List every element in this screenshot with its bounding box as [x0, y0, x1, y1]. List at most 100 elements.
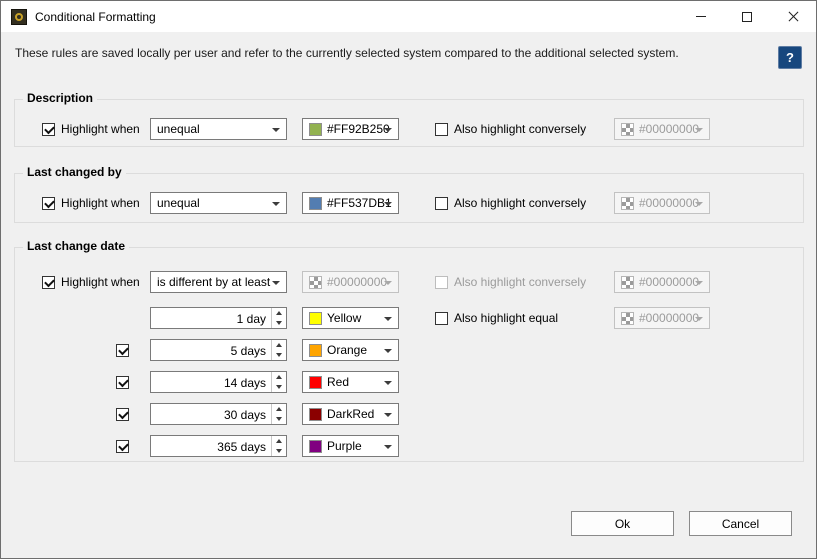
spin-up-button[interactable] [272, 404, 286, 414]
spin-down-button[interactable] [272, 414, 286, 424]
spin-down-button[interactable] [272, 350, 286, 360]
description-operator-dropdown[interactable]: unequal [150, 118, 287, 140]
transparent-color-swatch [621, 197, 634, 210]
color-swatch [309, 440, 322, 453]
spin-up-icon [276, 343, 282, 347]
checkbox-label: Also highlight equal [454, 311, 558, 325]
chevron-down-icon [384, 349, 392, 353]
checkbox-box [116, 376, 129, 389]
maximize-button[interactable] [724, 1, 770, 32]
chevron-down-icon [384, 381, 392, 385]
dropdown-value: unequal [157, 196, 200, 210]
checkbox-box [116, 440, 129, 453]
checkbox-label: Also highlight conversely [454, 275, 586, 289]
chevron-down-icon [695, 317, 703, 321]
change-date-operator-dropdown[interactable]: is different by at least [150, 271, 287, 293]
group-last-changed-by: Last changed by Highlight when unequal #… [14, 173, 804, 223]
dropdown-value: Purple [327, 439, 362, 453]
spin-up-icon [276, 407, 282, 411]
threshold-4-color-dropdown[interactable]: DarkRed [302, 403, 399, 425]
threshold-2-color-dropdown[interactable]: Orange [302, 339, 399, 361]
threshold-3-color-dropdown[interactable]: Red [302, 371, 399, 393]
chevron-down-icon [272, 281, 280, 285]
checkbox-box [435, 276, 448, 289]
threshold-1-color-dropdown[interactable]: Yellow [302, 307, 399, 329]
spinner-buttons[interactable] [271, 340, 286, 360]
threshold-1-spinbox[interactable]: 1 day [150, 307, 287, 329]
chevron-down-icon [384, 445, 392, 449]
spin-up-button[interactable] [272, 308, 286, 318]
checkbox-label: Highlight when [61, 122, 140, 136]
chevron-down-icon [384, 317, 392, 321]
transparent-color-swatch [621, 123, 634, 136]
change-date-conversely-checkbox: Also highlight conversely [435, 271, 586, 293]
dropdown-value: DarkRed [327, 407, 374, 421]
chevron-down-icon [384, 281, 392, 285]
last-changed-by-conversely-color-dropdown: #00000000 [614, 192, 710, 214]
checkbox-box [435, 312, 448, 325]
spinbox-value: 365 days [151, 436, 271, 456]
close-icon [788, 11, 799, 22]
group-description-title: Description [23, 91, 97, 105]
spinner-buttons[interactable] [271, 372, 286, 392]
dropdown-value: #00000000 [327, 275, 387, 289]
dropdown-value: Yellow [327, 311, 361, 325]
threshold-4-spinbox[interactable]: 30 days [150, 403, 287, 425]
dropdown-value: Red [327, 375, 349, 389]
last-changed-by-conversely-checkbox[interactable]: Also highlight conversely [435, 192, 586, 214]
threshold-5-enabled-checkbox[interactable] [116, 435, 129, 457]
dropdown-value: #FF92B250 [327, 122, 390, 136]
threshold-5-spinbox[interactable]: 365 days [150, 435, 287, 457]
spinner-buttons[interactable] [271, 308, 286, 328]
spin-down-button[interactable] [272, 446, 286, 456]
checkbox-box [116, 408, 129, 421]
threshold-3-spinbox[interactable]: 14 days [150, 371, 287, 393]
threshold-2-enabled-checkbox[interactable] [116, 339, 129, 361]
description-color-dropdown[interactable]: #FF92B250 [302, 118, 399, 140]
change-date-highlight-when-checkbox[interactable]: Highlight when [42, 271, 140, 293]
group-last-change-date-title: Last change date [23, 239, 129, 253]
description-highlight-when-checkbox[interactable]: Highlight when [42, 118, 140, 140]
ok-button[interactable]: Ok [571, 511, 674, 536]
dropdown-value: Orange [327, 343, 367, 357]
last-changed-by-operator-dropdown[interactable]: unequal [150, 192, 287, 214]
spin-up-button[interactable] [272, 340, 286, 350]
chevron-down-icon [272, 128, 280, 132]
threshold-5-color-dropdown[interactable]: Purple [302, 435, 399, 457]
last-changed-by-color-dropdown[interactable]: #FF537DB1 [302, 192, 399, 214]
spin-down-icon [276, 385, 282, 389]
help-button[interactable]: ? [778, 46, 802, 69]
spin-down-icon [276, 449, 282, 453]
last-changed-by-highlight-when-checkbox[interactable]: Highlight when [42, 192, 140, 214]
checkbox-box [116, 344, 129, 357]
spin-down-icon [276, 353, 282, 357]
spinbox-value: 14 days [151, 372, 271, 392]
change-date-equal-color-dropdown: #00000000 [614, 307, 710, 329]
dropdown-value: #00000000 [639, 122, 699, 136]
change-date-equal-checkbox[interactable]: Also highlight equal [435, 307, 558, 329]
dropdown-value: #FF537DB1 [327, 196, 392, 210]
spinner-buttons[interactable] [271, 436, 286, 456]
close-button[interactable] [770, 1, 816, 32]
transparent-color-swatch [621, 276, 634, 289]
spin-up-icon [276, 375, 282, 379]
threshold-4-enabled-checkbox[interactable] [116, 403, 129, 425]
checkbox-box [435, 123, 448, 136]
spinner-buttons[interactable] [271, 404, 286, 424]
spinbox-value: 30 days [151, 404, 271, 424]
spin-down-button[interactable] [272, 382, 286, 392]
chevron-down-icon [384, 128, 392, 132]
cancel-button[interactable]: Cancel [689, 511, 792, 536]
spin-up-button[interactable] [272, 436, 286, 446]
info-text: These rules are saved locally per user a… [15, 46, 735, 60]
spin-down-button[interactable] [272, 318, 286, 328]
minimize-button[interactable] [678, 1, 724, 32]
spin-up-button[interactable] [272, 372, 286, 382]
group-last-change-date: Last change date Highlight when is diffe… [14, 247, 804, 462]
chevron-down-icon [695, 128, 703, 132]
threshold-3-enabled-checkbox[interactable] [116, 371, 129, 393]
window-controls [678, 1, 816, 32]
description-conversely-checkbox[interactable]: Also highlight conversely [435, 118, 586, 140]
threshold-2-spinbox[interactable]: 5 days [150, 339, 287, 361]
color-swatch [309, 408, 322, 421]
